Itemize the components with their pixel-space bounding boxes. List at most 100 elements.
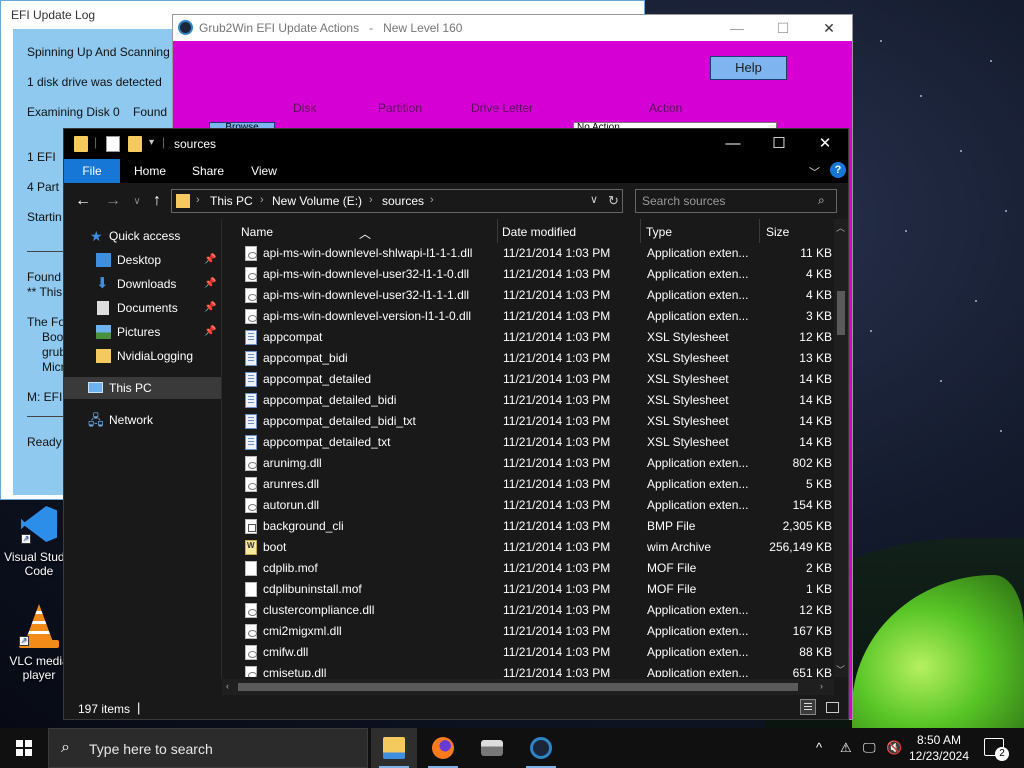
file-size: 14 KB [799,414,832,428]
file-explorer-window[interactable]: | ▾ | sources — ☐ ✕ File Home Share View… [63,128,849,720]
file-date: 11/21/2014 1:03 PM [503,582,611,596]
close-icon[interactable]: ✕ [806,15,852,41]
maximize-icon[interactable]: ☐ [756,129,802,159]
scrollbar-thumb[interactable] [238,683,798,691]
file-row[interactable]: cmi2migxml.dll 11/21/2014 1:03 PM Applicat… [222,621,834,642]
file-type: Application exten... [647,624,749,638]
tab-file[interactable]: File [64,159,120,183]
forward-button[interactable]: → [104,192,122,210]
file-date: 11/21/2014 1:03 PM [503,435,611,449]
column-header-name[interactable]: Name [241,225,273,239]
file-row[interactable]: appcompat_bidi 11/21/2014 1:03 PM XSL Styl… [222,348,834,369]
file-size: 154 KB [792,498,832,512]
file-size: 4 KB [805,267,832,281]
nav-label: Downloads [117,277,177,291]
large-icons-view-button[interactable] [824,699,840,715]
notification-center-icon[interactable]: 2 [984,738,1009,761]
pin-icon[interactable]: 📌 [204,321,216,343]
nav-label: Documents [117,301,178,315]
file-size: 13 KB [799,351,832,365]
column-header-size[interactable]: Size [766,225,789,239]
help-button[interactable]: Help [710,56,787,80]
file-row[interactable]: appcompat 11/21/2014 1:03 PM XSL Styleshee… [222,327,834,348]
file-type: Application exten... [647,603,749,617]
close-icon[interactable]: ✕ [802,129,848,159]
pin-icon[interactable]: 📌 [204,249,216,271]
file-row[interactable]: boot 11/21/2014 1:03 PM wim Archive 256,149… [222,537,834,558]
breadcrumb-this-pc[interactable]: This PC [210,194,253,208]
vertical-scrollbar[interactable]: ︿ ﹀ [834,219,848,677]
search-box[interactable]: ⌕ [635,189,837,213]
security-icon[interactable]: ⚠ [840,740,852,756]
taskbar-search-box[interactable]: ⌕ Type here to search [48,728,368,768]
breadcrumb-new-volume[interactable]: New Volume (E:) [272,194,362,208]
up-button[interactable]: ↑ [148,192,166,210]
minimize-icon[interactable]: — [714,15,760,41]
taskbar-file-explorer[interactable] [371,728,417,768]
file-row[interactable]: cdplib.mof 11/21/2014 1:03 PM MOF File 2 KB [222,558,834,579]
customize-toolbar-icon[interactable]: ▾ [149,137,154,148]
nav-pictures[interactable]: Pictures 📌 [64,321,221,343]
nav-downloads[interactable]: ⬇ Downloads 📌 [64,273,221,295]
nav-this-pc[interactable]: This PC [64,377,221,399]
file-row[interactable]: api-ms-win-downlevel-version-l1-1-0.dll 1… [222,306,834,327]
column-header-type[interactable]: Type [646,225,672,239]
nav-label: Pictures [117,325,161,339]
file-row[interactable]: api-ms-win-downlevel-user32-l1-1-0.dll 11… [222,264,834,285]
help-icon[interactable]: ? [830,162,846,178]
file-row[interactable]: api-ms-win-downlevel-shlwapi-l1-1-1.dll 1… [222,243,834,264]
pin-icon[interactable]: 📌 [204,273,216,295]
navigation-pane: ★ Quick access Desktop 📌 ⬇ Downloads 📌 D… [64,219,221,679]
address-bar[interactable]: › This PC › New Volume (E:) › sources › … [171,189,623,213]
file-row[interactable]: appcompat_detailed 11/21/2014 1:03 PM XSL … [222,369,834,390]
new-folder-icon[interactable] [128,136,142,152]
file-type: XSL Stylesheet [647,372,729,386]
file-row[interactable]: appcompat_detailed_txt 11/21/2014 1:03 PM… [222,432,834,453]
show-hidden-icons[interactable]: ^ [816,740,822,755]
nav-nvidialogging[interactable]: NvidiaLogging [64,345,221,367]
file-row[interactable]: appcompat_detailed_bidi_txt 11/21/2014 1:… [222,411,834,432]
tab-view[interactable]: View [240,159,288,183]
nav-network[interactable]: 🖧 Network [64,409,221,431]
search-input[interactable] [642,194,812,208]
item-count: 197 items [78,702,131,716]
address-dropdown-icon[interactable]: ∨ [590,193,598,206]
file-date: 11/21/2014 1:03 PM [503,645,611,659]
column-header-date-modified[interactable]: Date modified [502,225,576,239]
taskbar-firefox[interactable] [420,728,466,768]
breadcrumb-sources[interactable]: sources [382,194,424,208]
file-row[interactable]: cmifw.dll 11/21/2014 1:03 PM Application e… [222,642,834,663]
file-row[interactable]: clustercompliance.dll 11/21/2014 1:03 PM A… [222,600,834,621]
back-button[interactable]: ← [74,192,92,210]
details-view-button[interactable] [800,699,816,715]
recent-locations-icon[interactable]: ∨ [128,196,146,207]
minimize-icon[interactable]: — [710,129,756,159]
file-row[interactable]: api-ms-win-downlevel-user32-l1-1-1.dll 11… [222,285,834,306]
taskbar-grub2win[interactable] [518,728,564,768]
nav-quick-access[interactable]: ★ Quick access [64,225,221,247]
scrollbar-thumb[interactable] [837,291,845,335]
file-row[interactable]: arunres.dll 11/21/2014 1:03 PM Application… [222,474,834,495]
clock[interactable]: 8:50 AM 12/23/2024 [900,732,978,764]
file-size: 1 KB [805,582,832,596]
tab-home[interactable]: Home [126,159,174,183]
file-row[interactable]: appcompat_detailed_bidi 11/21/2014 1:03 P… [222,390,834,411]
start-button[interactable] [0,728,48,768]
tab-share[interactable]: Share [184,159,232,183]
properties-icon[interactable] [106,136,120,152]
file-row[interactable]: arunimg.dll 11/21/2014 1:03 PM Application… [222,453,834,474]
nav-desktop[interactable]: Desktop 📌 [64,249,221,271]
pin-icon[interactable]: 📌 [204,297,216,319]
file-row[interactable]: autorun.dll 11/21/2014 1:03 PM Application… [222,495,834,516]
maximize-icon[interactable]: ☐ [760,15,806,41]
nav-label: NvidiaLogging [117,349,194,363]
expand-ribbon-icon[interactable]: ﹀ [809,164,820,180]
network-tray-icon[interactable]: 🖵 [863,740,876,756]
file-row[interactable]: background_cli 11/21/2014 1:03 PM BMP File… [222,516,834,537]
file-row[interactable]: cmisetup.dll 11/21/2014 1:03 PM Applicatio… [222,663,834,677]
refresh-icon[interactable]: ↻ [608,193,619,209]
horizontal-scrollbar[interactable]: ‹ › [222,679,834,695]
taskbar-drive-app[interactable] [469,728,515,768]
file-row[interactable]: cdplibuninstall.mof 11/21/2014 1:03 PM MOF… [222,579,834,600]
nav-documents[interactable]: Documents 📌 [64,297,221,319]
